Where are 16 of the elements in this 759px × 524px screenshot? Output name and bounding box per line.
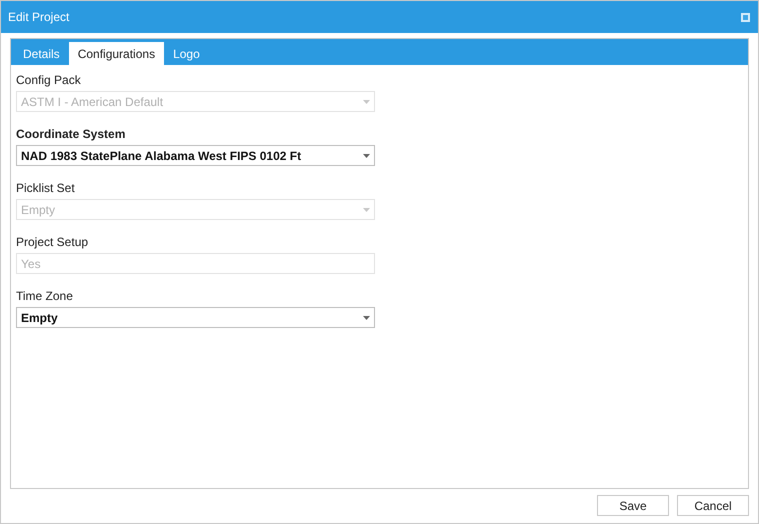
cancel-button[interactable]: Cancel — [677, 495, 749, 516]
field-label: Project Setup — [16, 234, 90, 251]
caret-icon — [363, 154, 370, 158]
save-button[interactable]: Save — [597, 495, 669, 516]
window-title: Edit Project — [8, 9, 70, 26]
tab[interactable]: Configurations — [68, 42, 164, 65]
caret-icon — [363, 208, 370, 212]
caret-icon — [363, 316, 370, 320]
field-label: Picklist Set — [16, 180, 76, 197]
caret-icon — [363, 100, 370, 104]
field-label: Config Pack — [16, 72, 82, 89]
field-label: Time Zone — [16, 288, 74, 305]
dropdown[interactable]: NAD 1983 StatePlane Alabama West FIPS 0102 Ft — [16, 145, 375, 166]
dropdown[interactable]: Empty — [16, 307, 375, 328]
field-label: Coordinate System — [16, 126, 126, 143]
maximize-icon[interactable] — [741, 12, 750, 22]
